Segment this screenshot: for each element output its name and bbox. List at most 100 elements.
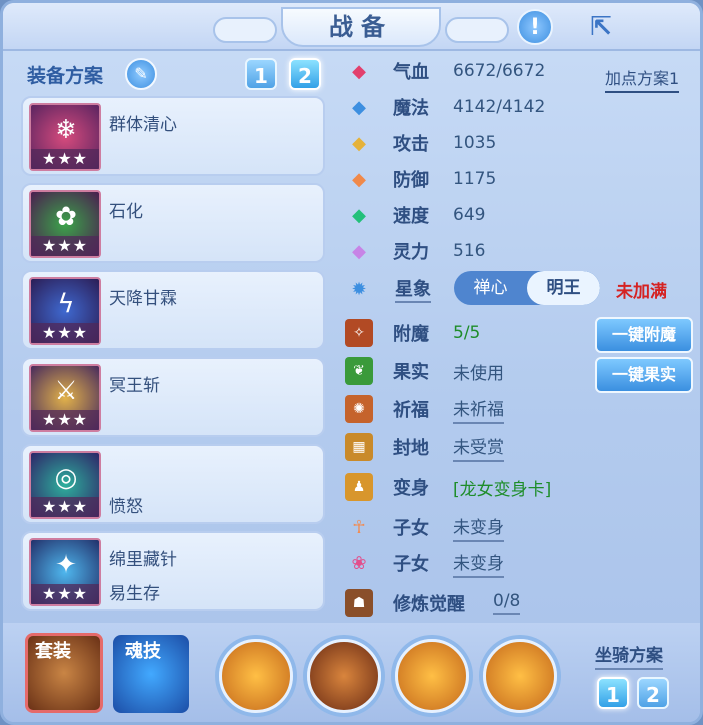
skill-slot-1[interactable]: ❄ ★★★ 群体清心 [21, 96, 325, 176]
extra-label: 果实 [393, 362, 429, 383]
stat-row-speed: ◆ 速度 649 [345, 199, 485, 231]
stat-row-mp: ◆ 魔法 4142/4142 [345, 91, 545, 123]
flame-ring-icon: ◎ [54, 463, 78, 493]
unfilled-status: 未加满 [616, 282, 667, 302]
extra-row-fruit: ❦ 果实 未使用 [345, 355, 504, 387]
skill-slot-3[interactable]: ϟ ★★★ 天降甘霖 [21, 270, 325, 350]
extra-label: 封地 [393, 438, 429, 459]
stat-value: 516 [453, 241, 486, 261]
extra-value[interactable]: 未祈福 [453, 395, 504, 424]
spirit-gem-icon: ◆ [352, 240, 366, 262]
share-button[interactable]: ⇱ [583, 9, 619, 45]
ice-icon: ❄ [55, 115, 77, 145]
extra-label: 祈福 [393, 400, 429, 421]
stat-value: 1175 [453, 169, 497, 189]
edit-plan-button[interactable]: ✎ [125, 58, 157, 90]
extra-row-cultivation: ☗ 修炼觉醒 0/8 [345, 587, 521, 619]
soul-skill-label: 魂技 [125, 641, 161, 662]
extra-label: 附魔 [393, 324, 429, 345]
skill-name: 绵里藏针 [109, 550, 177, 570]
extra-label: 修炼觉醒 [393, 594, 465, 615]
skill-name: 石化 [109, 202, 143, 222]
enchant-icon: ✧ [345, 319, 373, 347]
exclamation-icon: ! [529, 14, 541, 40]
stat-label: 防御 [393, 170, 429, 191]
sword-gem-icon: ◆ [352, 132, 366, 154]
star-rating: ★★★ [31, 410, 99, 430]
stat-label: 攻击 [393, 134, 429, 155]
plan-button-2[interactable]: 2 [289, 58, 321, 90]
extra-row-child-2: ❀ 子女 未变身 [345, 547, 504, 579]
attribute-plan-link[interactable]: 加点方案1 [605, 65, 680, 93]
skill-subtitle: 易生存 [109, 584, 160, 604]
stat-row-spirit: ◆ 灵力 516 [345, 235, 485, 267]
skill-thumbnail: ϟ ★★★ [29, 277, 101, 345]
pencil-icon: ✎ [134, 64, 148, 83]
chain-icon: ⚔ [54, 376, 78, 406]
extra-value[interactable]: 未变身 [453, 549, 504, 578]
extra-value[interactable]: 未变身 [453, 513, 504, 542]
help-button[interactable]: ! [517, 9, 553, 45]
extra-row-enchant: ✧ 附魔 5/5 [345, 317, 480, 349]
star-sign-row: ✹ [345, 273, 393, 305]
stat-row-defense: ◆ 防御 1175 [345, 163, 496, 195]
skill-name: 天降甘霖 [109, 289, 177, 309]
skill-name: 愤怒 [109, 497, 143, 517]
mana-gem-icon: ◆ [352, 96, 366, 118]
battle-prep-panel: 战备 ! ⇱ 装备方案 ✎ 1 2 ❄ ★★★ 群体清心 ✿ ★★★ 石化 ϟ ★★★… [0, 0, 703, 725]
star-sign-label[interactable]: 星象 [395, 275, 431, 303]
share-icon: ⇱ [590, 12, 612, 42]
mount-plan-button-1[interactable]: 1 [597, 677, 629, 709]
plan-button-1[interactable]: 1 [245, 58, 277, 90]
fruit-icon: ❦ [345, 357, 373, 385]
skill-name: 冥王斩 [109, 376, 160, 396]
extra-row-fief: ▦ 封地 未受赏 [345, 431, 504, 463]
mount-plan-button-2[interactable]: 2 [637, 677, 669, 709]
stat-label: 速度 [393, 206, 429, 227]
skill-slot-6[interactable]: ✦ ★★★ 绵里藏针 易生存 [21, 531, 325, 611]
summon-slot-4[interactable] [483, 639, 557, 713]
extra-value[interactable]: 0/8 [493, 591, 521, 615]
skill-thumbnail: ✦ ★★★ [29, 538, 101, 606]
summon-slot-3[interactable] [395, 639, 469, 713]
heart-gem-icon: ◆ [352, 60, 366, 82]
equipment-plan-label: 装备方案 [27, 65, 104, 87]
skill-slot-5[interactable]: ◎ ★★★ 愤怒 [21, 444, 325, 524]
mount-plan-label: 坐骑方案 [595, 641, 663, 670]
extra-value: 未使用 [453, 363, 504, 384]
fief-icon: ▦ [345, 433, 373, 461]
stat-label: 气血 [393, 62, 429, 83]
option-mingwang[interactable]: 明王 [527, 271, 600, 305]
stat-value: 649 [453, 205, 486, 225]
skill-name: 群体清心 [109, 115, 177, 135]
extra-value: 5/5 [453, 323, 481, 343]
one-click-enchant-button[interactable]: 一键附魔 [595, 317, 693, 353]
one-click-fruit-button[interactable]: 一键果实 [595, 357, 693, 393]
skill-slot-2[interactable]: ✿ ★★★ 石化 [21, 183, 325, 263]
cultivation-icon: ☗ [345, 589, 373, 617]
blessing-icon: ✺ [345, 395, 373, 423]
stat-value: 1035 [453, 133, 497, 153]
extra-value[interactable]: 未受赏 [453, 433, 504, 462]
summon-slot-2[interactable] [307, 639, 381, 713]
stat-row-hp: ◆ 气血 6672/6672 [345, 55, 545, 87]
stat-label: 灵力 [393, 242, 429, 263]
lightning-icon: ϟ [57, 289, 75, 319]
window-title: 战备 [213, 7, 509, 47]
star-rating: ★★★ [31, 497, 99, 517]
extra-row-transform: ♟ 变身 [龙女变身卡] [345, 471, 551, 503]
option-chanxin[interactable]: 禅心 [454, 271, 527, 305]
extra-row-child-1: ☥ 子女 未变身 [345, 511, 504, 543]
skill-slot-4[interactable]: ⚔ ★★★ 冥王斩 [21, 357, 325, 437]
child1-icon: ☥ [352, 516, 366, 538]
stat-value: 6672/6672 [453, 61, 546, 81]
summon-slot-1[interactable] [219, 639, 293, 713]
extra-label: 子女 [393, 518, 429, 539]
star-sign-toggle[interactable]: 禅心 明王 [454, 271, 600, 305]
transform-icon: ♟ [345, 473, 373, 501]
skill-thumbnail: ❄ ★★★ [29, 103, 101, 171]
stat-row-attack: ◆ 攻击 1035 [345, 127, 496, 159]
shield-gem-icon: ◆ [352, 168, 366, 190]
extra-value: [龙女变身卡] [453, 479, 552, 500]
star-icon: ✹ [351, 278, 367, 300]
